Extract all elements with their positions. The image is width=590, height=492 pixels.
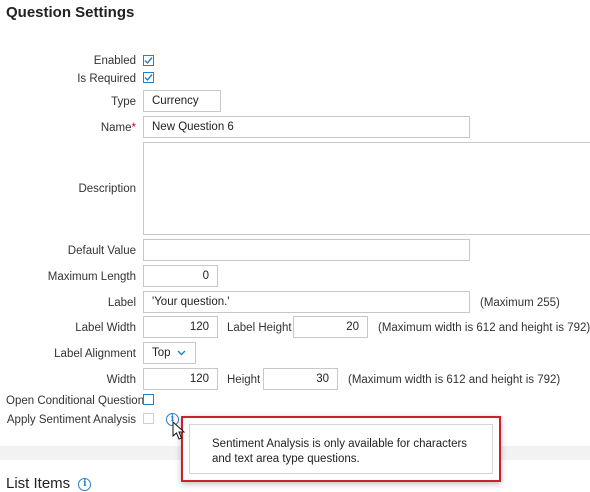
height-field[interactable]: 30 bbox=[263, 368, 338, 390]
label-alignment-select[interactable]: Top bbox=[143, 342, 196, 364]
apply-sentiment-checkbox[interactable] bbox=[143, 413, 154, 424]
open-conditional-checkbox[interactable] bbox=[143, 394, 154, 405]
default-value-field[interactable] bbox=[143, 239, 470, 261]
name-label: Name* bbox=[100, 122, 136, 134]
check-icon bbox=[144, 57, 153, 65]
type-label: Type bbox=[111, 96, 136, 108]
label-width-label: Label Width bbox=[75, 322, 136, 334]
label-label: Label bbox=[107, 297, 136, 309]
size-note: (Maximum width is 612 and height is 792) bbox=[348, 374, 561, 386]
label-size-note: (Maximum width is 612 and height is 792) bbox=[378, 322, 590, 334]
apply-sentiment-label: Apply Sentiment Analysis bbox=[6, 414, 136, 426]
type-select[interactable]: Currency bbox=[143, 90, 221, 124]
label-alignment-value: Top bbox=[152, 347, 171, 360]
width-label: Width bbox=[106, 374, 136, 386]
label-height-label: Label Height bbox=[227, 322, 292, 334]
width-field[interactable]: 120 bbox=[143, 368, 218, 390]
open-conditional-label: Open Conditional Question bbox=[6, 395, 145, 407]
mouse-cursor-icon bbox=[172, 420, 186, 444]
list-items-heading: List Items i bbox=[6, 475, 92, 492]
description-label: Description bbox=[78, 183, 136, 195]
label-max-note: (Maximum 255) bbox=[480, 297, 560, 309]
check-icon bbox=[144, 74, 153, 82]
enabled-label: Enabled bbox=[93, 55, 136, 67]
type-select-value: Currency bbox=[152, 95, 199, 107]
is-required-checkbox[interactable] bbox=[143, 72, 154, 83]
is-required-label: Is Required bbox=[77, 73, 136, 85]
tooltip-text: Sentiment Analysis is only available for… bbox=[189, 424, 493, 474]
description-textarea[interactable] bbox=[143, 142, 590, 235]
info-icon[interactable]: i bbox=[78, 477, 92, 491]
page-title: Question Settings bbox=[6, 4, 135, 21]
label-alignment-label: Label Alignment bbox=[54, 348, 136, 360]
name-field[interactable]: New Question 6 bbox=[143, 116, 470, 138]
maximum-length-label: Maximum Length bbox=[47, 271, 136, 283]
height-label: Height bbox=[227, 374, 261, 386]
label-field[interactable]: 'Your question.' bbox=[143, 291, 470, 313]
chevron-down-icon bbox=[177, 343, 186, 363]
default-value-label: Default Value bbox=[67, 245, 136, 257]
label-width-field[interactable]: 120 bbox=[143, 316, 218, 338]
sentiment-tooltip: Sentiment Analysis is only available for… bbox=[181, 416, 501, 482]
enabled-checkbox[interactable] bbox=[143, 55, 154, 66]
required-mark: * bbox=[131, 122, 136, 134]
maximum-length-field[interactable]: 0 bbox=[143, 265, 218, 287]
label-height-field[interactable]: 20 bbox=[293, 316, 368, 338]
